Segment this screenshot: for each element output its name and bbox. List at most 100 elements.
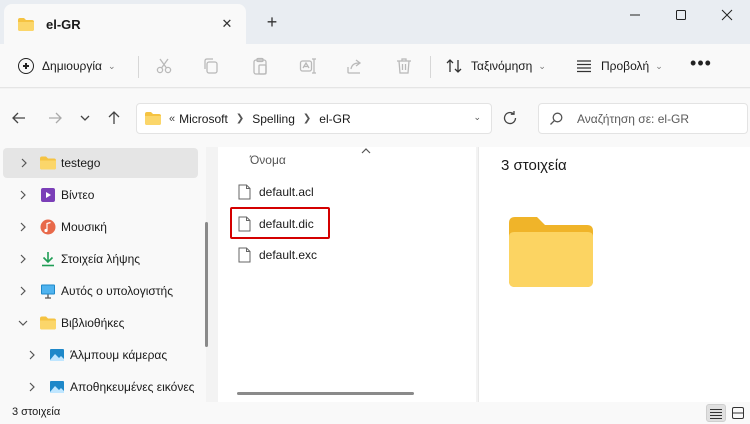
tab-el-gr[interactable]: el-GR ✕ — [4, 4, 246, 44]
delete-icon — [397, 58, 411, 74]
file-name: default.acl — [259, 185, 314, 199]
list-item[interactable]: default.acl — [238, 181, 314, 203]
overflow-crumb[interactable]: « — [169, 113, 175, 125]
sidebar-item-label: testego — [61, 156, 101, 170]
video-icon — [40, 187, 56, 203]
tiles-view-icon — [732, 407, 744, 419]
chevron-right-icon[interactable] — [18, 286, 28, 296]
chevron-right-icon[interactable] — [18, 222, 28, 232]
column-header-name[interactable]: Όνομα — [250, 153, 286, 167]
arrow-up-icon — [108, 111, 120, 124]
chevron-down-icon — [80, 115, 90, 121]
arrow-right-icon — [49, 112, 62, 124]
chevron-down-icon: ⌄ — [107, 60, 116, 71]
sidebar-item-label: Στοιχεία λήψης — [61, 252, 141, 266]
chevron-right-icon[interactable] — [27, 350, 37, 360]
sidebar-item-this-pc[interactable]: Αυτός ο υπολογιστής — [0, 276, 198, 306]
rename-button[interactable] — [297, 56, 319, 76]
back-button[interactable] — [9, 108, 29, 128]
picture-icon — [49, 347, 65, 363]
new-button-label: Δημιουργία — [42, 59, 102, 73]
breadcrumb-microsoft[interactable]: Microsoft — [179, 112, 228, 126]
sidebar-item-videos[interactable]: Βίντεο — [0, 180, 198, 210]
sidebar-item-label: Αυτός ο υπολογιστής — [61, 284, 173, 298]
rename-icon — [299, 58, 316, 74]
chevron-right-icon[interactable]: ❯ — [236, 113, 244, 124]
details-view-button[interactable] — [706, 404, 726, 422]
file-list-scrollbar[interactable] — [237, 392, 414, 395]
title-bar: el-GR ✕ + — [0, 0, 750, 44]
sidebar-item-testego[interactable]: testego — [3, 148, 198, 178]
chevron-right-icon[interactable]: ❯ — [303, 113, 311, 124]
breadcrumb-spelling[interactable]: Spelling — [252, 112, 295, 126]
tiles-view-button[interactable] — [728, 404, 748, 422]
maximize-icon — [676, 10, 686, 20]
chevron-right-icon[interactable] — [18, 254, 28, 264]
navigation-pane: testego Βίντεο Μουσική Στοιχεία λήψης Αυ… — [0, 147, 208, 402]
sort-icon — [446, 59, 462, 73]
add-icon — [18, 58, 34, 74]
list-item[interactable]: default.exc — [238, 244, 317, 266]
command-bar: Δημιουργία ⌄ Ταξινόμηση ⌄ Προβολή ⌄ ••• — [0, 44, 750, 88]
up-button[interactable] — [104, 108, 124, 128]
sort-button[interactable]: Ταξινόμηση ⌄ — [446, 52, 546, 80]
view-icon — [577, 60, 591, 73]
folder-icon — [40, 316, 56, 332]
copy-button[interactable] — [200, 56, 222, 76]
more-options-button[interactable]: ••• — [688, 54, 714, 78]
view-button[interactable]: Προβολή ⌄ — [576, 52, 663, 80]
computer-icon — [40, 283, 56, 299]
recent-locations-button[interactable] — [75, 108, 95, 128]
sidebar-item-downloads[interactable]: Στοιχεία λήψης — [0, 244, 198, 274]
sidebar-item-libraries[interactable]: Βιβλιοθήκες — [0, 308, 198, 338]
search-box[interactable] — [538, 103, 748, 134]
sort-ascending-icon — [361, 148, 371, 154]
maximize-button[interactable] — [658, 0, 704, 30]
close-icon — [721, 9, 733, 21]
refresh-icon — [503, 111, 517, 125]
status-bar: 3 στοιχεία — [0, 402, 750, 424]
sidebar-item-saved-pictures[interactable]: Αποθηκευμένες εικόνες — [0, 372, 198, 402]
chevron-down-icon: ⌄ — [538, 60, 546, 71]
close-icon[interactable]: ✕ — [218, 15, 236, 33]
share-button[interactable] — [344, 56, 366, 76]
cut-icon — [156, 58, 172, 74]
paste-button[interactable] — [249, 56, 271, 76]
arrow-left-icon — [12, 112, 25, 124]
sidebar-scrollbar[interactable] — [205, 222, 208, 347]
minimize-button[interactable] — [612, 0, 658, 30]
sidebar-item-label: Άλμπουμ κάμερας — [70, 348, 168, 362]
details-view-icon — [710, 408, 722, 419]
chevron-down-icon[interactable]: ⌄ — [473, 112, 481, 123]
chevron-right-icon[interactable] — [19, 158, 29, 168]
highlight-box — [230, 207, 330, 239]
address-row: « Microsoft ❯ Spelling ❯ el-GR ⌄ — [0, 89, 750, 147]
file-icon — [238, 247, 251, 263]
folder-icon — [40, 156, 56, 172]
address-bar[interactable]: « Microsoft ❯ Spelling ❯ el-GR ⌄ — [136, 103, 492, 134]
sidebar-item-music[interactable]: Μουσική — [0, 212, 198, 242]
folder-icon — [145, 112, 161, 125]
details-pane: 3 στοιχεία — [478, 147, 750, 402]
refresh-button[interactable] — [500, 108, 520, 128]
close-window-button[interactable] — [704, 0, 750, 30]
sidebar-item-camera-roll[interactable]: Άλμπουμ κάμερας — [0, 340, 198, 370]
folder-icon — [18, 17, 34, 31]
new-tab-button[interactable]: + — [262, 12, 282, 32]
folder-icon — [509, 217, 593, 287]
breadcrumb-el-gr[interactable]: el-GR — [319, 112, 350, 126]
divider — [138, 56, 139, 78]
new-button[interactable]: Δημιουργία ⌄ — [12, 52, 121, 80]
search-input[interactable] — [577, 111, 737, 126]
view-label: Προβολή — [601, 59, 650, 73]
sidebar-item-label: Βιβλιοθήκες — [61, 316, 125, 330]
chevron-down-icon[interactable] — [18, 318, 28, 328]
tab-title: el-GR — [46, 16, 81, 32]
delete-button[interactable] — [393, 56, 415, 76]
forward-button[interactable] — [45, 108, 65, 128]
chevron-down-icon: ⌄ — [655, 60, 663, 71]
chevron-right-icon[interactable] — [27, 382, 37, 392]
file-name: default.exc — [259, 248, 318, 262]
cut-button[interactable] — [153, 56, 175, 76]
chevron-right-icon[interactable] — [18, 190, 28, 200]
